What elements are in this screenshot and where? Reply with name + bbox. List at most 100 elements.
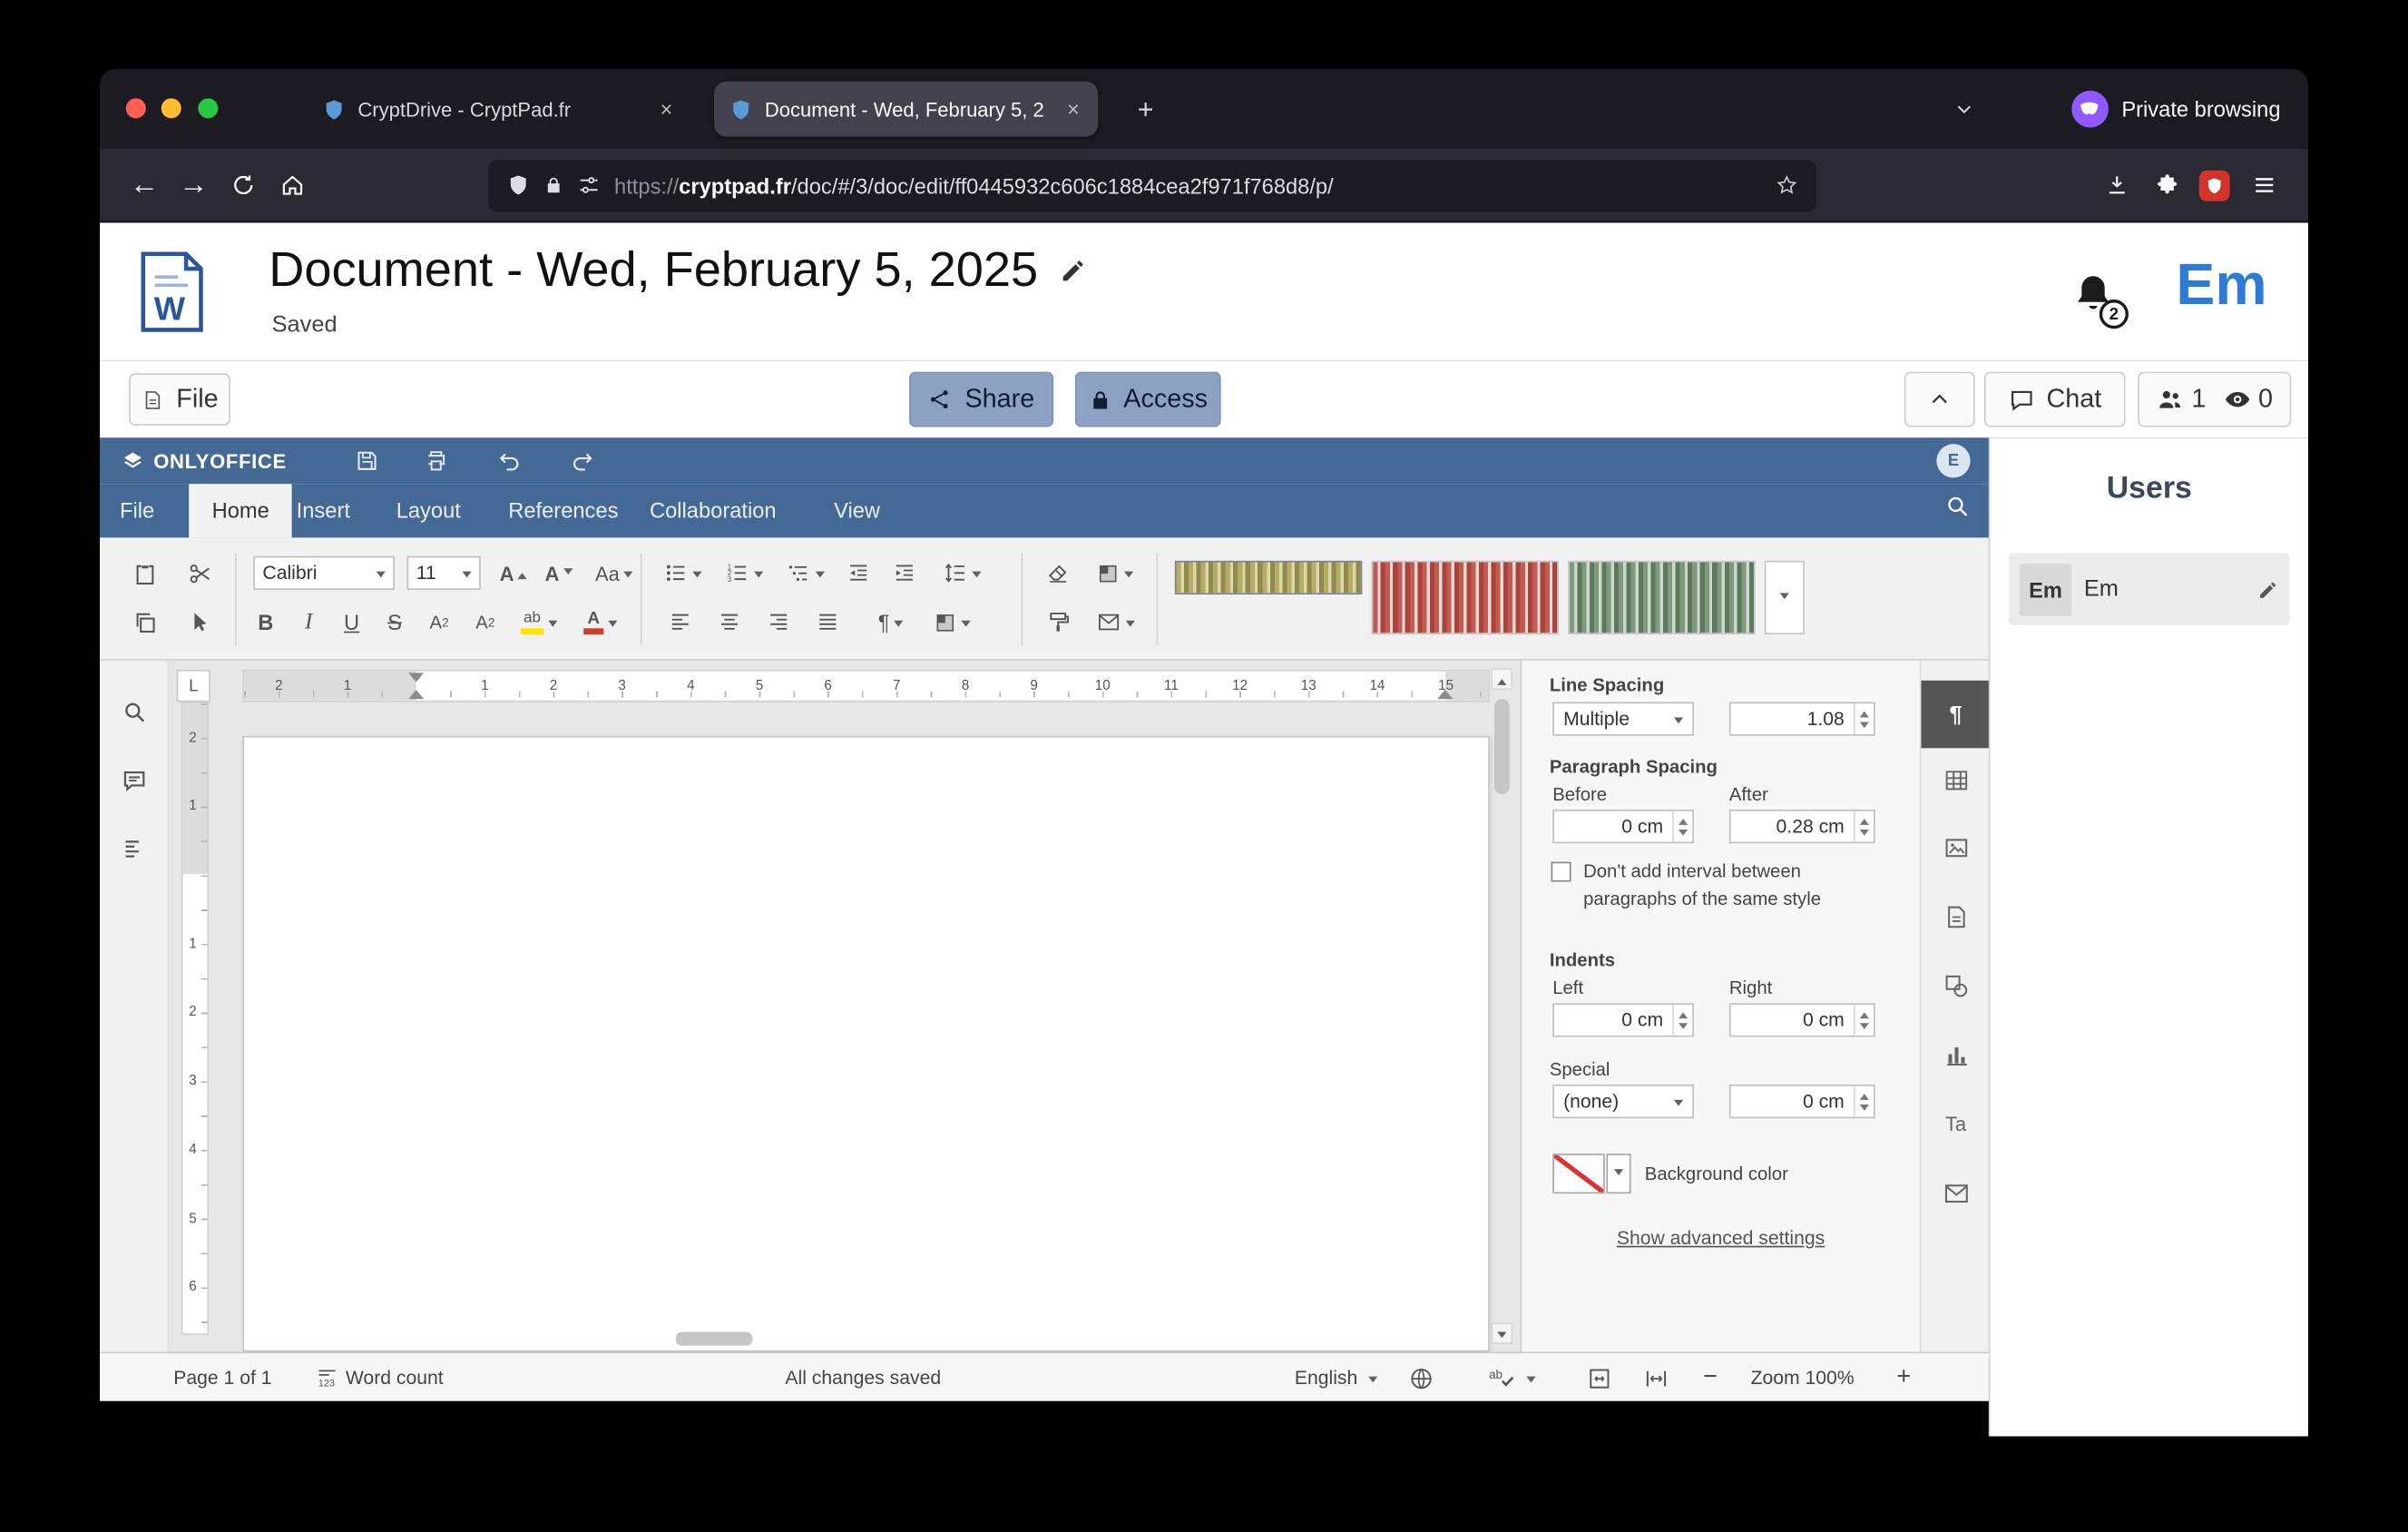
menu-button[interactable] (2239, 161, 2288, 210)
text-art-settings-tab[interactable]: Ta (1921, 1089, 1990, 1156)
presence-counts[interactable]: 1 0 (2138, 372, 2291, 427)
spinner-arrows[interactable] (1854, 1086, 1874, 1117)
back-button[interactable]: ← (120, 161, 169, 210)
zoom-in-button[interactable]: + (1896, 1353, 1911, 1402)
clear-style-button[interactable] (1040, 556, 1077, 590)
fit-width-button[interactable] (1643, 1353, 1669, 1402)
subscript-button[interactable]: A2 (465, 605, 505, 639)
document-language-button[interactable] (1408, 1353, 1434, 1402)
header-footer-settings-tab[interactable] (1921, 883, 1990, 950)
bullets-button[interactable] (656, 556, 709, 590)
font-color-button[interactable]: A (573, 605, 628, 639)
rename-pencil-icon[interactable] (1060, 256, 1087, 283)
forward-button[interactable]: → (169, 161, 218, 210)
find-button[interactable] (115, 692, 152, 730)
spacing-before-input[interactable]: 0 cm (1552, 810, 1694, 843)
image-settings-tab[interactable] (1921, 814, 1990, 881)
collapse-toolbar-button[interactable] (1904, 372, 1975, 427)
italic-button[interactable]: I (290, 605, 328, 639)
menu-references[interactable]: References (508, 484, 618, 537)
list-all-tabs-button[interactable] (1944, 89, 1984, 129)
strikethrough-button[interactable]: S (377, 605, 414, 639)
scroll-up-button[interactable] (1492, 668, 1513, 690)
table-settings-tab[interactable] (1921, 747, 1990, 814)
copy-style-button[interactable] (1040, 605, 1077, 639)
page-indicator[interactable]: Page 1 of 1 (173, 1353, 271, 1402)
lock-icon[interactable] (543, 175, 563, 195)
spacing-after-input[interactable]: 0.28 cm (1729, 810, 1875, 843)
spinner-arrows[interactable] (1672, 811, 1692, 842)
cut-button[interactable] (180, 556, 220, 590)
special-select[interactable]: (none) (1552, 1085, 1694, 1118)
account-avatar[interactable]: Em (2176, 253, 2266, 319)
tab-close-icon[interactable]: × (1064, 97, 1083, 122)
align-justify-button[interactable] (809, 605, 847, 639)
decrease-font-button[interactable]: A (539, 556, 579, 590)
paragraph-settings-tab[interactable]: ¶ (1921, 681, 1990, 748)
macos-minimize-button[interactable] (162, 98, 181, 118)
spinner-arrows[interactable] (1672, 1005, 1692, 1036)
background-color-dropdown[interactable] (1606, 1154, 1630, 1193)
language-selector[interactable]: English (1295, 1353, 1377, 1402)
downloads-button[interactable] (2091, 161, 2140, 210)
document-page[interactable] (242, 736, 1489, 1352)
style-preview-no-spacing[interactable] (1371, 561, 1558, 634)
menu-layout[interactable]: Layout (396, 484, 461, 537)
quick-save-button[interactable] (348, 442, 386, 479)
align-right-button[interactable] (760, 605, 798, 639)
advanced-settings-link[interactable]: Show advanced settings (1522, 1227, 1919, 1249)
menu-view[interactable]: View (834, 484, 880, 537)
line-spacing-select[interactable]: Multiple (1552, 702, 1694, 736)
quick-print-button[interactable] (417, 442, 455, 479)
styles-gallery-expand-button[interactable] (1765, 561, 1805, 634)
style-preview-heading[interactable] (1568, 561, 1755, 634)
word-count-button[interactable]: Word count (315, 1353, 444, 1402)
select-all-button[interactable] (180, 605, 220, 639)
special-amount-input[interactable]: 0 cm (1729, 1085, 1875, 1118)
comments-button[interactable] (115, 762, 152, 800)
spinner-arrows[interactable] (1854, 1005, 1874, 1036)
mail-merge-tab[interactable] (1921, 1160, 1990, 1227)
copy-button[interactable] (124, 605, 164, 639)
undo-button[interactable] (492, 442, 529, 479)
url-bar[interactable]: https://cryptpad.fr/doc/#/3/doc/edit/ff0… (488, 159, 1816, 211)
numbering-button[interactable] (717, 556, 769, 590)
spinner-arrows[interactable] (1854, 811, 1874, 842)
decrease-indent-button[interactable] (840, 556, 877, 590)
file-menu-button[interactable]: File (129, 373, 230, 426)
tab-document[interactable]: Document - Wed, February 5, 2 × (714, 82, 1098, 137)
access-button[interactable]: Access (1075, 372, 1221, 427)
multilevel-list-button[interactable] (778, 556, 831, 590)
extensions-button[interactable] (2140, 161, 2189, 210)
fit-page-button[interactable] (1586, 1353, 1612, 1402)
increase-indent-button[interactable] (886, 556, 924, 590)
tab-cryptdrive[interactable]: CryptDrive - CryptPad.fr × (308, 82, 691, 137)
line-spacing-button[interactable] (935, 556, 988, 590)
vertical-ruler[interactable]: 21123456 (181, 702, 209, 1335)
redo-button[interactable] (563, 442, 601, 479)
permissions-sliders-icon[interactable] (577, 173, 600, 196)
scroll-down-button[interactable] (1492, 1322, 1513, 1344)
navigation-button[interactable] (115, 830, 152, 867)
reload-button[interactable] (218, 161, 267, 210)
indent-right-input[interactable]: 0 cm (1729, 1003, 1875, 1036)
chart-settings-tab[interactable] (1921, 1022, 1990, 1089)
share-button[interactable]: Share (909, 372, 1053, 427)
spinner-arrows[interactable] (1854, 703, 1874, 734)
align-left-button[interactable] (662, 605, 700, 639)
tracking-shield-icon[interactable] (507, 173, 530, 196)
zoom-level[interactable]: Zoom 100% (1751, 1353, 1855, 1402)
menu-home[interactable]: Home (189, 484, 292, 537)
bold-button[interactable]: B (248, 605, 285, 639)
menu-collaboration[interactable]: Collaboration (650, 484, 777, 537)
change-case-button[interactable]: Aa (588, 556, 641, 590)
paste-button[interactable] (124, 556, 164, 590)
edit-name-pencil-icon[interactable] (2257, 578, 2279, 600)
macos-zoom-button[interactable] (198, 98, 218, 118)
zoom-out-button[interactable]: − (1703, 1353, 1718, 1402)
horizontal-ruler[interactable]: 21123456789101112131415 (242, 670, 1489, 702)
superscript-button[interactable]: A2 (419, 605, 459, 639)
horizontal-scrollbar-thumb[interactable] (676, 1331, 753, 1345)
font-name-select[interactable]: Calibri (253, 556, 395, 590)
shape-settings-tab[interactable] (1921, 952, 1990, 1019)
